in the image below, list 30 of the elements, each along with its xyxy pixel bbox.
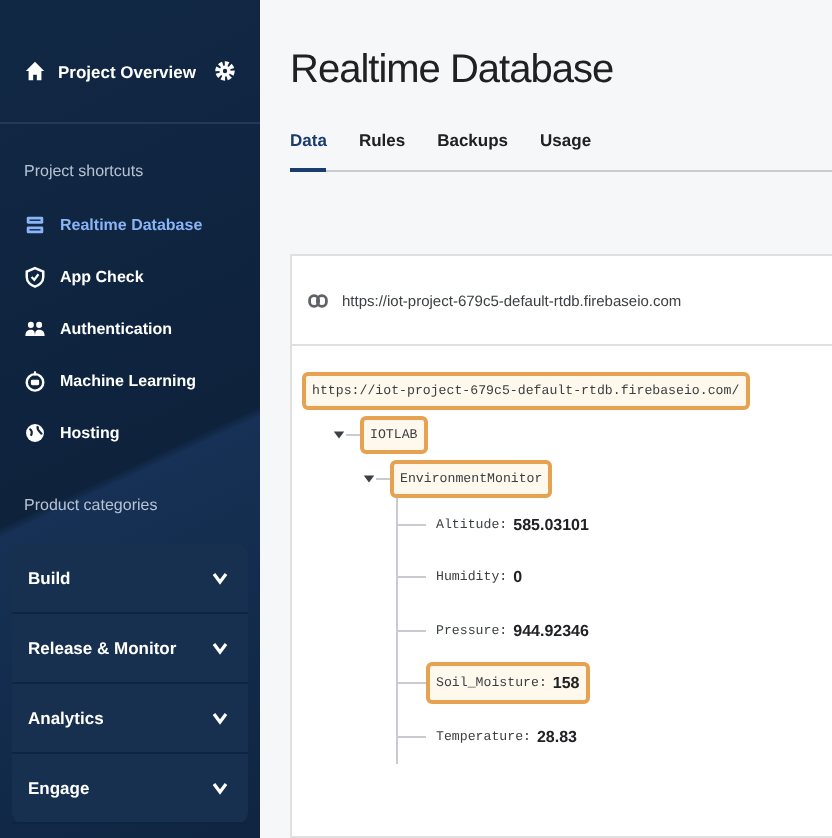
sidebar-item[interactable]: Realtime Database <box>12 198 248 250</box>
toggle-icon[interactable] <box>362 472 376 486</box>
project-overview-link[interactable]: Project Overview <box>58 61 202 81</box>
globe-icon <box>24 421 46 443</box>
tab[interactable]: Rules <box>358 130 406 172</box>
tab[interactable]: Data <box>290 130 327 172</box>
sidebar-item[interactable]: Authentication <box>12 302 248 354</box>
tab[interactable]: Usage <box>540 130 592 172</box>
toggle-icon[interactable] <box>332 428 346 442</box>
page-title: Realtime Database <box>290 48 616 94</box>
sidebar-item[interactable]: Machine Learning <box>12 354 248 406</box>
sidebar-item[interactable]: Hosting <box>12 406 248 458</box>
tab[interactable]: Backups <box>437 130 509 172</box>
category-item[interactable]: Build <box>12 544 248 614</box>
chevron-icon <box>212 710 228 726</box>
sidebar-item[interactable]: App Check <box>12 250 248 302</box>
settings-icon[interactable] <box>214 60 236 82</box>
category-item[interactable]: Analytics <box>12 684 248 754</box>
section-heading: Project shortcuts <box>22 160 146 184</box>
chevron-icon <box>212 780 228 796</box>
home-icon[interactable] <box>24 60 46 82</box>
chevron-icon <box>212 570 228 586</box>
section-heading: Product categories <box>22 494 160 518</box>
shield-icon <box>24 265 46 287</box>
category-item[interactable]: Release & Monitor <box>12 614 248 684</box>
link-icon <box>308 293 328 307</box>
database-icon <box>24 213 46 235</box>
category-item[interactable]: Engage <box>12 754 248 824</box>
chevron-icon <box>212 640 228 656</box>
people-icon <box>24 317 46 339</box>
